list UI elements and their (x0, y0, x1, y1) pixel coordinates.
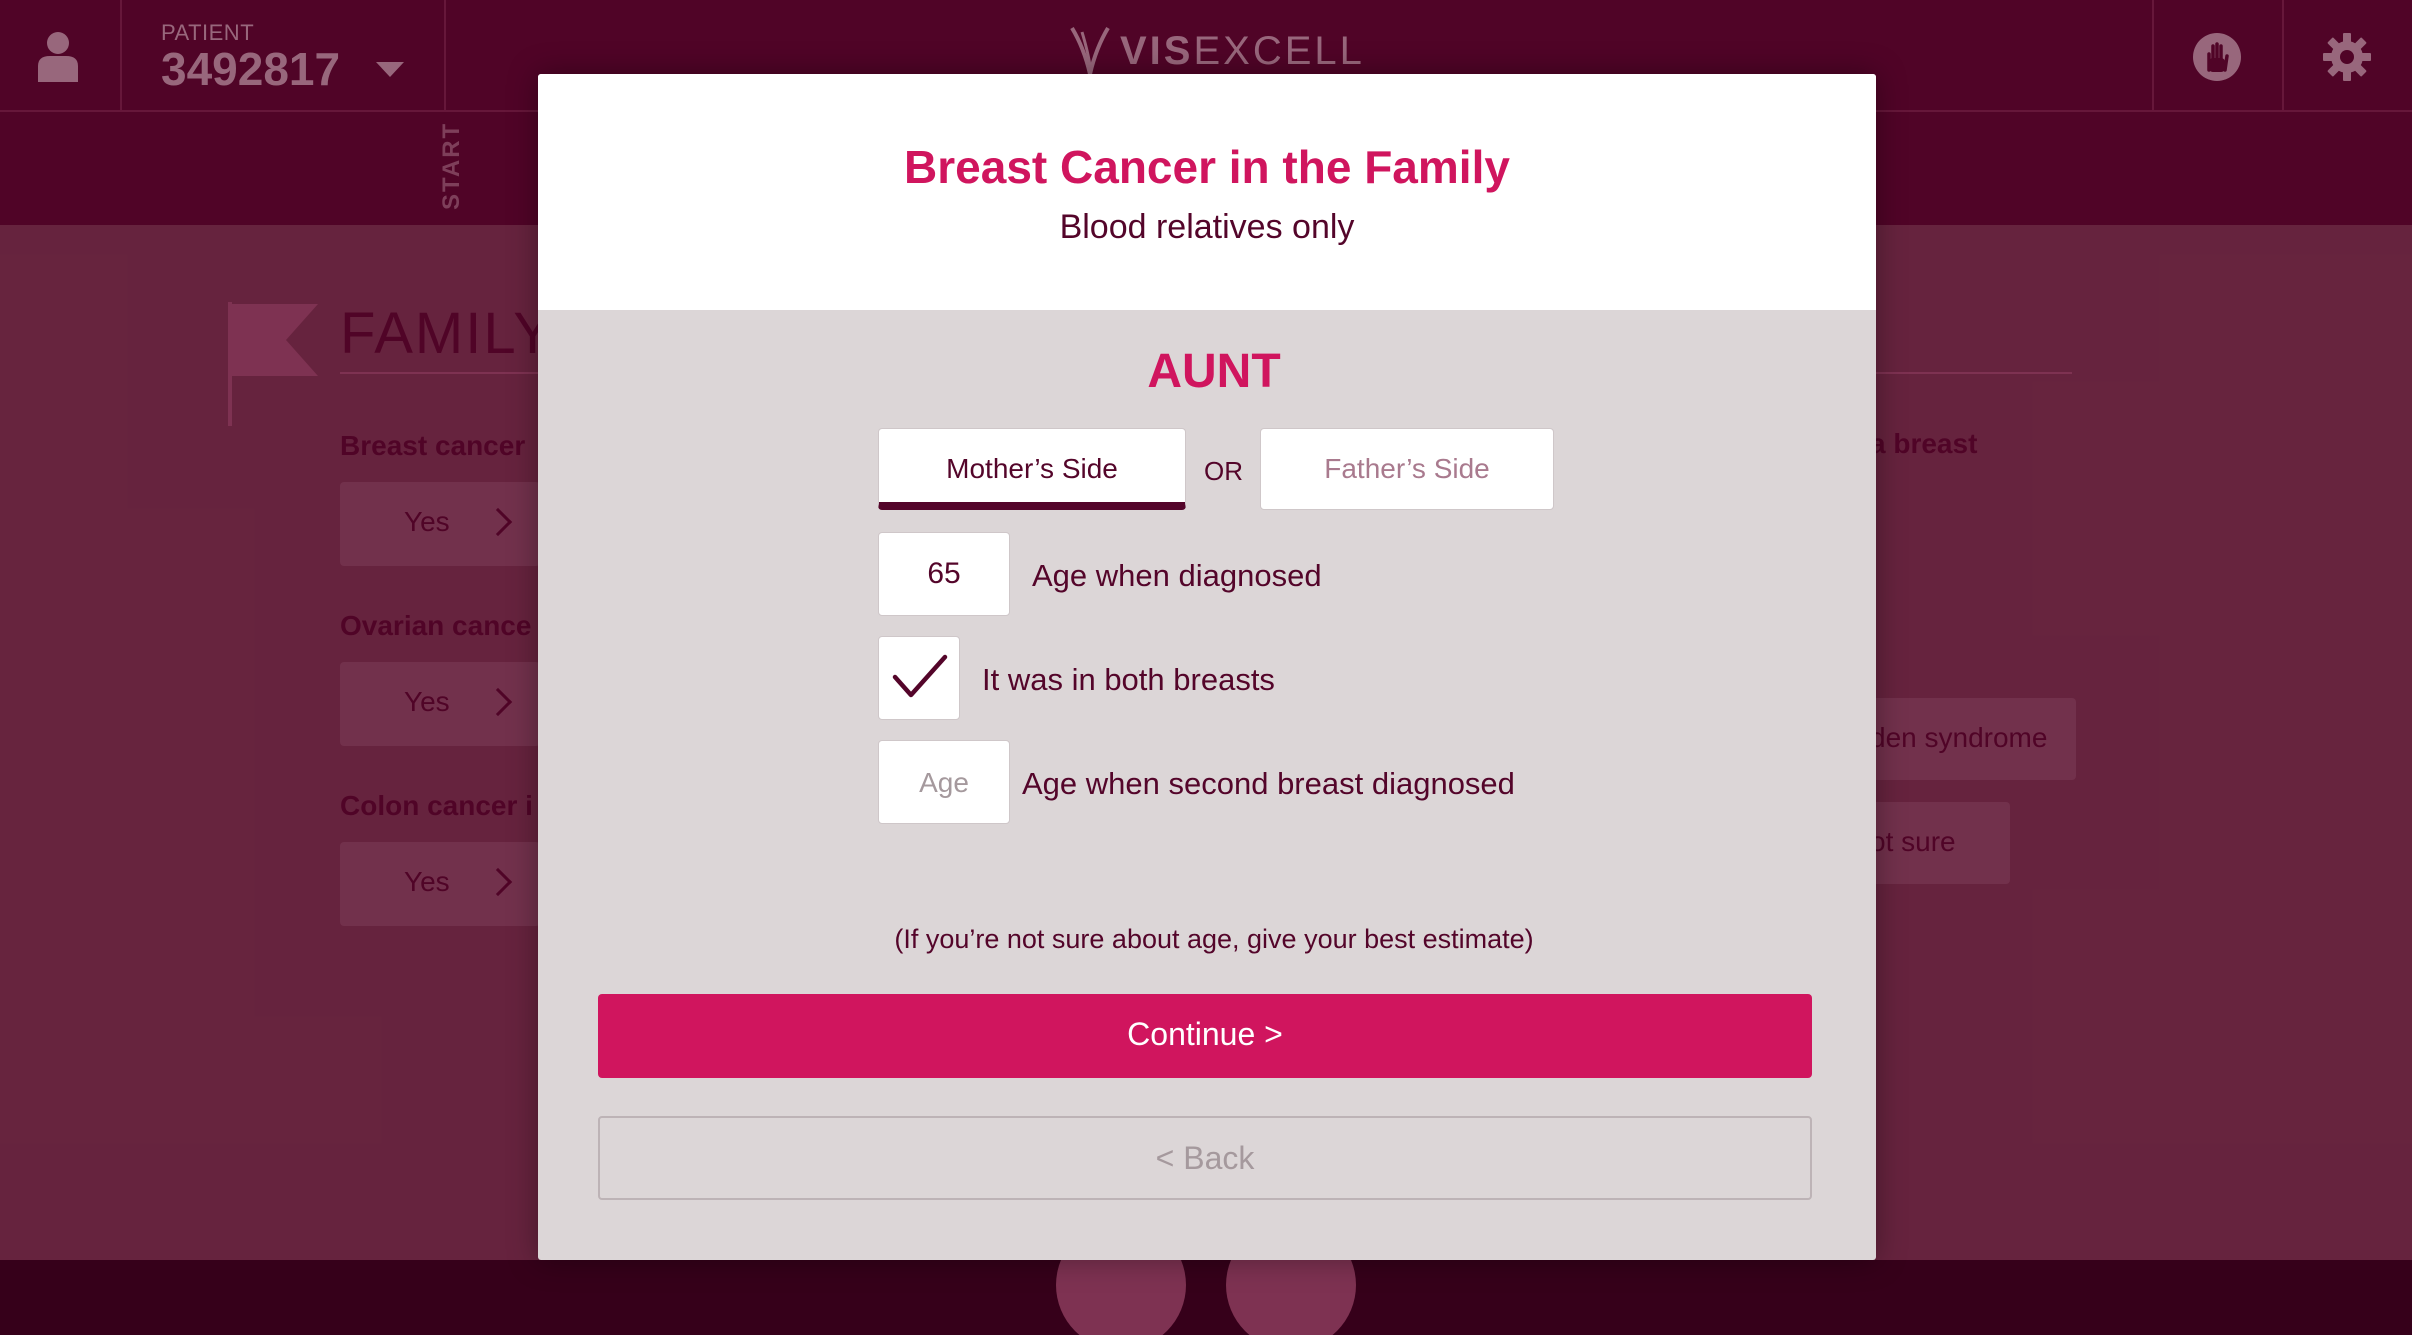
mothers-side-button[interactable]: Mother’s Side (878, 428, 1186, 510)
second-age-label: Age when second breast diagnosed (1022, 766, 1515, 801)
age-diagnosed-input[interactable]: 65 (878, 532, 1010, 616)
family-history-modal: Breast Cancer in the Family Blood relati… (538, 74, 1876, 1260)
or-label: OR (1204, 456, 1243, 486)
relative-title: AUNT (1147, 345, 1281, 398)
checkmark-icon (892, 654, 948, 698)
second-age-input[interactable]: Age (878, 740, 1010, 824)
age-diagnosed-label: Age when diagnosed (1032, 558, 1322, 593)
age-hint: (If you’re not sure about age, give your… (894, 924, 1534, 954)
both-breasts-checkbox[interactable] (878, 636, 960, 720)
both-breasts-label: It was in both breasts (982, 662, 1275, 697)
continue-button[interactable]: Continue > (598, 994, 1812, 1078)
fathers-side-button[interactable]: Father’s Side (1260, 428, 1554, 510)
modal-subtitle: Blood relatives only (1059, 208, 1355, 246)
modal-header: Breast Cancer in the Family Blood relati… (538, 74, 1876, 310)
modal-title: Breast Cancer in the Family (904, 141, 1510, 193)
back-button[interactable]: < Back (598, 1116, 1812, 1200)
